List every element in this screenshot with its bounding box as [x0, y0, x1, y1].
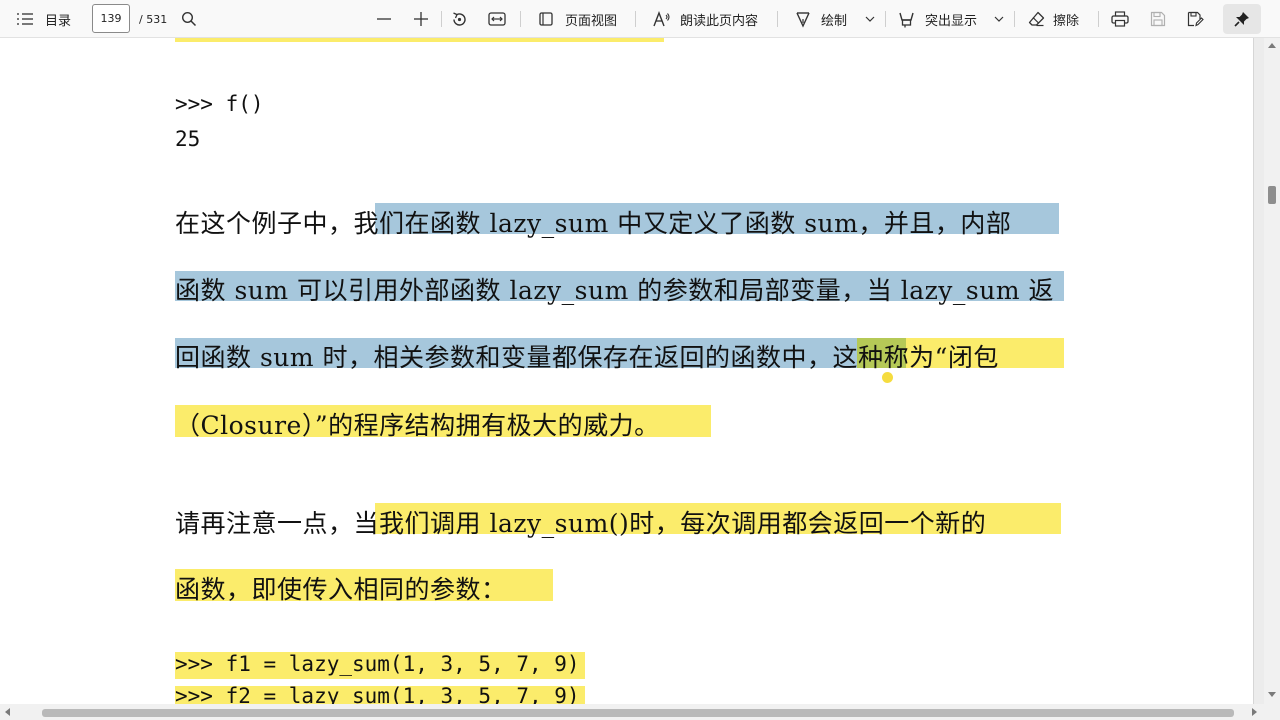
save-as-icon [1187, 11, 1204, 27]
minus-icon [376, 11, 392, 27]
horizontal-scrollbar[interactable] [0, 704, 1280, 720]
erase-button[interactable]: 擦除 [1028, 0, 1079, 38]
page-view-button[interactable]: 页面视图 [538, 0, 617, 38]
paragraph-line: 函数，即使传入相同的参数： [175, 575, 507, 604]
paragraph-line: 在这个例子中，我们在函数 lazy_sum 中又定义了函数 sum，并且，内部 [175, 204, 1011, 240]
text-span: 请再注意一点， [175, 509, 354, 538]
page-total: / 531 [139, 0, 167, 38]
toolbar-divider [520, 11, 521, 27]
erase-label: 擦除 [1053, 13, 1080, 29]
printer-icon [1111, 11, 1129, 27]
search-button[interactable] [181, 0, 197, 38]
paragraph-line: 函数 sum 可以引用外部函数 lazy_sum 的参数和局部变量，当 lazy… [175, 276, 1054, 305]
toolbar-divider [635, 11, 636, 27]
document-viewport: >>> f() 25 在这个例子中，我们在函数 lazy_sum 中又定义了函数… [0, 38, 1264, 704]
save-button[interactable] [1150, 0, 1166, 38]
draw-pen-icon [795, 11, 811, 28]
search-icon [181, 11, 197, 27]
highlighted-text: 当我们调用 lazy_sum()时，每次调用都会返回一个新的 [353, 509, 987, 538]
chevron-down-icon [994, 16, 1004, 22]
fit-width-icon [488, 12, 506, 26]
draw-options-dropdown[interactable] [865, 0, 875, 38]
read-aloud-button[interactable]: 朗读此页内容 [653, 0, 758, 38]
code-line: >>> f1 = lazy_sum(1, 3, 5, 7, 9) [175, 652, 580, 676]
read-aloud-icon [653, 11, 671, 27]
vertical-scroll-thumb[interactable] [1268, 186, 1276, 204]
page-gutter [1253, 38, 1264, 704]
plus-icon [413, 11, 429, 27]
highlighted-text: 种称为“闭包 [858, 343, 999, 372]
zoom-in-button[interactable] [413, 0, 429, 38]
chevron-down-icon [865, 16, 875, 22]
highlighter-icon [898, 11, 915, 28]
toolbar-divider [1098, 11, 1099, 27]
toc-label: 目录 [45, 13, 72, 29]
paragraph-line: （Closure）”的程序结构拥有极大的威力。 [175, 411, 660, 440]
highlight-button[interactable]: 突出显示 [898, 0, 977, 38]
pin-toolbar-button[interactable] [1223, 4, 1261, 34]
highlight-yellow [175, 38, 664, 42]
pin-icon [1234, 11, 1250, 27]
rotate-button[interactable] [451, 0, 468, 38]
highlight-options-dropdown[interactable] [994, 0, 1004, 38]
toc-button[interactable]: 目录 [16, 0, 71, 38]
page-view-label: 页面视图 [565, 13, 618, 29]
print-button[interactable] [1111, 0, 1129, 38]
pdf-toolbar: 目录 / 531 页面视图 [0, 0, 1280, 38]
fit-width-button[interactable] [488, 0, 506, 38]
toolbar-divider [885, 11, 886, 27]
paragraph-line: 请再注意一点，当我们调用 lazy_sum()时，每次调用都会返回一个新的 [175, 504, 986, 540]
highlighted-text: ，这 [807, 343, 859, 372]
vertical-scrollbar[interactable] [1264, 38, 1280, 704]
read-aloud-label: 朗读此页内容 [680, 13, 759, 29]
paragraph-line: 回函数 sum 时，相关参数和变量都保存在返回的函数中，这种称为“闭包 [175, 338, 999, 374]
page-view-icon [538, 11, 554, 27]
scroll-left-arrow-icon[interactable] [5, 708, 10, 716]
horizontal-scroll-thumb[interactable] [42, 709, 1234, 717]
scroll-right-arrow-icon[interactable] [1252, 708, 1257, 716]
code-line: >>> f2 = lazy_sum(1, 3, 5, 7, 9) [175, 684, 580, 704]
highlight-label: 突出显示 [925, 13, 978, 29]
zoom-out-button[interactable] [376, 0, 392, 38]
page-number-input[interactable] [92, 4, 130, 33]
toolbar-divider [441, 11, 442, 27]
toolbar-divider [777, 11, 778, 27]
save-as-button[interactable] [1187, 0, 1204, 38]
highlighted-text: 我们在函数 lazy_sum 中又定义了函数 sum，并且，内部 [353, 209, 1012, 238]
scroll-up-arrow-icon[interactable] [1268, 43, 1276, 48]
page-total-label: / 531 [139, 12, 168, 26]
eraser-icon [1028, 11, 1045, 27]
save-disk-icon [1150, 11, 1166, 27]
draw-button[interactable]: 绘制 [795, 0, 847, 38]
code-output: 25 [175, 127, 201, 151]
mouse-cursor [882, 372, 893, 383]
highlighted-text: 回函数 sum 时，相关参数和变量都保存在返回的函数中 [175, 343, 808, 372]
draw-label: 绘制 [821, 13, 848, 29]
list-icon [16, 12, 34, 26]
code-line: >>> f() [175, 92, 264, 116]
scroll-down-arrow-icon[interactable] [1268, 692, 1276, 697]
toolbar-divider [1014, 11, 1015, 27]
text-span: 在这个例子中， [175, 209, 354, 238]
rotate-icon [451, 11, 468, 28]
